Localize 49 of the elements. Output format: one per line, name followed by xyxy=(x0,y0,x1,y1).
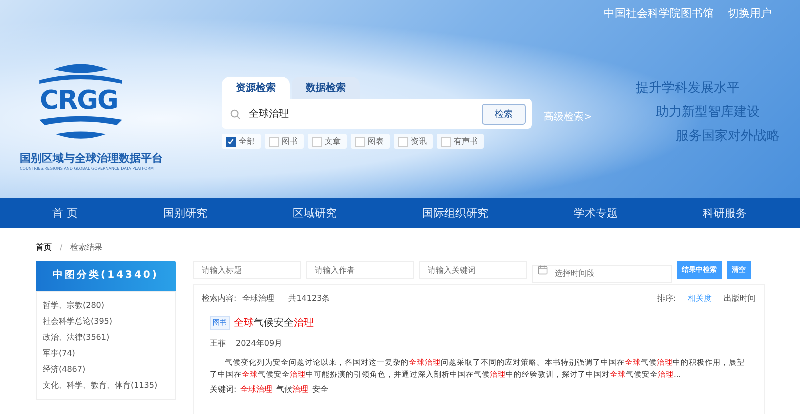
category-item[interactable]: 军事(74) xyxy=(43,348,169,359)
filter-checkbox[interactable]: 文章 xyxy=(308,134,347,149)
search-button[interactable]: 检索 xyxy=(482,104,526,124)
nav-item[interactable]: 国别研究 xyxy=(164,206,208,220)
keyword-link[interactable]: 全球治理 xyxy=(240,384,273,395)
search-field[interactable]: 全球治理 检索 xyxy=(222,99,532,129)
keywords-label: 关键词: xyxy=(210,384,237,395)
keyword-link[interactable]: 安全 xyxy=(312,384,329,395)
nav-item[interactable]: 科研服务 xyxy=(703,206,748,220)
nav-item[interactable]: 学术专题 xyxy=(574,206,618,220)
category-item[interactable]: 哲学、宗教(280) xyxy=(43,300,169,311)
category-item[interactable]: 经济(4867) xyxy=(43,364,169,375)
filter-checkbox[interactable]: 有声书 xyxy=(437,134,484,149)
keyword-link[interactable]: 气候治理 xyxy=(276,384,309,395)
title-field[interactable]: 请输入标题 xyxy=(193,261,301,279)
nav-item[interactable]: 国际组织研究 xyxy=(422,206,488,220)
nav-item[interactable]: 区域研究 xyxy=(293,206,338,220)
search-icon xyxy=(230,108,241,120)
result-count: 共14123条 xyxy=(288,293,330,304)
sort-option[interactable]: 出版时间 xyxy=(724,293,756,304)
breadcrumb-item[interactable]: 首页 xyxy=(36,242,52,253)
category-item[interactable]: 政治、法律(3561) xyxy=(43,332,169,343)
logo-text: CRGG xyxy=(40,86,118,116)
slogan-text: 助力新型智库建设 xyxy=(656,104,761,121)
filter-checkbox[interactable]: 资讯 xyxy=(394,134,433,149)
calendar-icon xyxy=(538,265,548,275)
keyword-field[interactable]: 请输入关键词 xyxy=(419,261,527,279)
result-title[interactable]: 全球气候安全治理 xyxy=(234,316,314,330)
date-range-field[interactable]: 选择时间段 xyxy=(532,264,672,282)
breadcrumb-separator: / xyxy=(60,243,63,252)
query-text: 全球治理 xyxy=(242,293,275,304)
category-header: 中图分类(14340) xyxy=(36,261,176,291)
slogan-text: 提升学科发展水平 xyxy=(636,80,741,97)
category-item[interactable]: 社会科学总论(395) xyxy=(43,316,169,327)
author-field[interactable]: 请输入作者 xyxy=(306,261,414,279)
filter-checkbox[interactable]: 图表 xyxy=(351,134,390,149)
filter-checkbox[interactable]: 全部 xyxy=(222,134,261,149)
breadcrumb-item[interactable]: 检索结果 xyxy=(70,242,103,253)
search-tab[interactable]: 数据检索 xyxy=(292,77,360,99)
query-label: 检索内容: xyxy=(202,293,237,304)
sort-label: 排序: xyxy=(657,293,676,304)
date-text: 2024年09月 xyxy=(236,338,283,349)
slogan-text: 服务国家对外战略 xyxy=(676,128,780,145)
author-text: 王菲 xyxy=(210,338,226,349)
filter-checkbox[interactable]: 图书 xyxy=(265,134,304,149)
category-item[interactable]: 文化、科学、教育、体育(1135) xyxy=(43,380,169,391)
nav-item[interactable]: 首 页 xyxy=(52,206,78,220)
search-tab[interactable]: 资源检索 xyxy=(222,77,290,99)
platform-title: 国别区域与全球治理数据平台 xyxy=(20,151,163,166)
